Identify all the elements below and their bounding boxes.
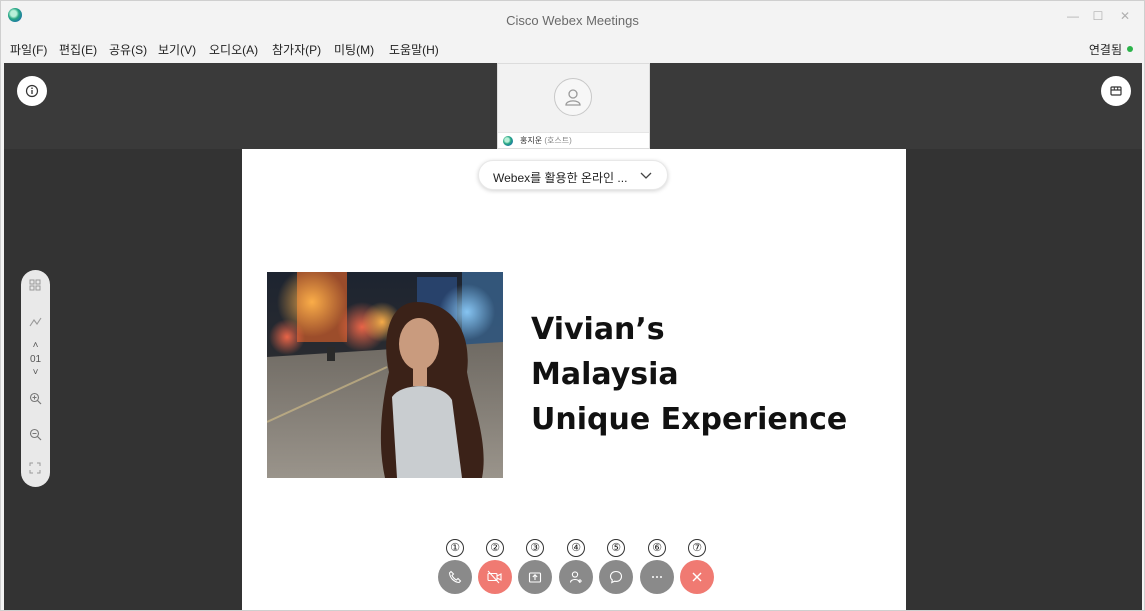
- close-window-button[interactable]: ✕: [1118, 9, 1132, 23]
- connection-status-dot: [1127, 46, 1133, 52]
- slide-title-line: Malaysia: [531, 357, 679, 392]
- host-name: 홍지운 (호스트): [520, 136, 572, 145]
- info-icon: [25, 84, 39, 98]
- menu-bar: 파일(F) 편집(E) 공유(S) 보기(V) 오디오(A) 참가자(P) 미팅…: [1, 37, 1144, 61]
- layout-icon: [1110, 86, 1122, 96]
- control-number-4: ④: [567, 539, 585, 557]
- menu-edit[interactable]: 편집(E): [59, 41, 97, 58]
- host-name-bar: 홍지운 (호스트): [498, 132, 649, 148]
- document-name: Webex를 활용한 온라인 ...: [493, 171, 628, 185]
- audio-button[interactable]: [438, 560, 472, 594]
- page-number: 01: [29, 354, 42, 365]
- page-toolbar: ˄ 01 ˅: [21, 270, 50, 487]
- menu-meeting[interactable]: 미팅(M): [334, 41, 374, 58]
- meeting-stage: 홍지운 (호스트) Webex를 활용한 온라인 ... Vivian’s Ma…: [4, 63, 1142, 610]
- webex-status-icon: [503, 136, 513, 146]
- menu-view[interactable]: 보기(V): [158, 41, 196, 58]
- zoom-out-icon[interactable]: [28, 427, 42, 441]
- webex-window: Cisco Webex Meetings — ☐ ✕ 파일(F) 편집(E) 공…: [0, 0, 1145, 611]
- control-number-5: ⑤: [607, 539, 625, 557]
- zoom-in-icon[interactable]: [28, 391, 42, 405]
- slide-title-line: Unique Experience: [531, 402, 848, 437]
- menu-share[interactable]: 공유(S): [109, 41, 147, 58]
- leave-icon: [692, 572, 702, 582]
- menu-file[interactable]: 파일(F): [10, 41, 47, 58]
- page-down-icon[interactable]: ˅: [21, 367, 50, 378]
- host-video-tile[interactable]: 홍지운 (호스트): [497, 63, 650, 149]
- share-button[interactable]: [518, 560, 552, 594]
- fit-to-screen-icon[interactable]: [28, 461, 42, 475]
- menu-help[interactable]: 도움말(H): [389, 41, 439, 58]
- page-up-icon[interactable]: ˄: [21, 340, 50, 351]
- share-icon: [528, 572, 542, 583]
- participants-button[interactable]: [559, 560, 593, 594]
- minimize-button[interactable]: —: [1066, 9, 1080, 23]
- chat-button[interactable]: [599, 560, 633, 594]
- window-title: Cisco Webex Meetings: [506, 13, 639, 28]
- participants-icon: [569, 571, 582, 583]
- menu-audio[interactable]: 오디오(A): [209, 41, 258, 58]
- phone-icon: [448, 570, 462, 584]
- annotate-icon[interactable]: [28, 315, 42, 329]
- person-icon: [565, 89, 581, 106]
- more-icon: [652, 576, 662, 578]
- leave-meeting-button[interactable]: [680, 560, 714, 594]
- thumbnails-icon[interactable]: [28, 278, 42, 292]
- video-off-icon: [487, 570, 502, 584]
- title-bar: Cisco Webex Meetings — ☐ ✕: [1, 1, 1144, 37]
- chevron-down-icon: [640, 172, 652, 179]
- chat-icon: [609, 570, 623, 584]
- avatar: [554, 78, 592, 116]
- menu-participants[interactable]: 참가자(P): [272, 41, 321, 58]
- video-button[interactable]: [478, 560, 512, 594]
- layout-button[interactable]: [1101, 76, 1131, 106]
- slide-title-line: Vivian’s: [531, 312, 665, 347]
- control-number-3: ③: [526, 539, 544, 557]
- control-number-2: ②: [486, 539, 504, 557]
- meeting-info-button[interactable]: [17, 76, 47, 106]
- slide-title: Vivian’s Malaysia Unique Experience: [531, 307, 847, 442]
- more-options-button[interactable]: [640, 560, 674, 594]
- control-number-1: ①: [446, 539, 464, 557]
- control-number-7: ⑦: [688, 539, 706, 557]
- control-number-6: ⑥: [648, 539, 666, 557]
- maximize-button[interactable]: ☐: [1091, 9, 1105, 23]
- slide-photo: [267, 272, 503, 478]
- document-selector[interactable]: Webex를 활용한 온라인 ...: [478, 160, 668, 190]
- connection-status: 연결됨: [1088, 43, 1122, 57]
